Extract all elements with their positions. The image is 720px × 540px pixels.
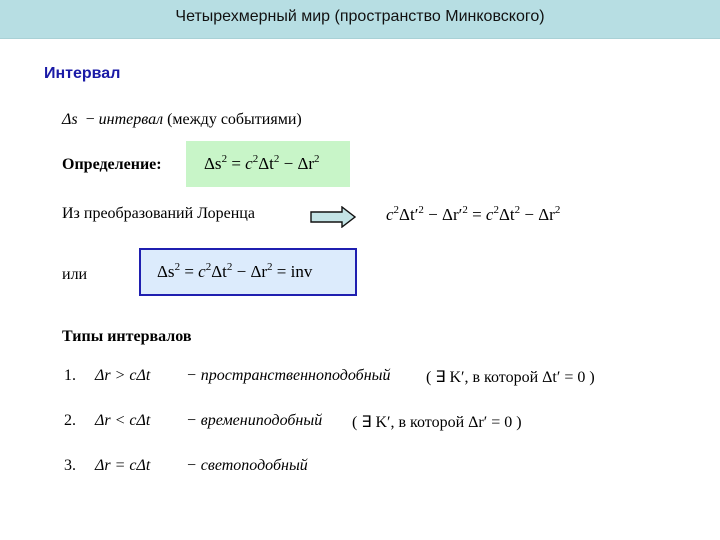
definition-label: Определение: [62,156,162,173]
intro-note: (между событиями) [167,111,302,128]
type-condition: Δr = cΔt [95,457,151,474]
interval-symbol: Δs [62,111,78,128]
section-title: Интервал [44,65,121,82]
type-note: ( ∃ K′, в которой Δr′ = 0 ) [352,414,522,431]
slide-title: Четырехмерный мир (пространство Минковск… [175,8,545,25]
definition-formula-box: Δs2 = c2Δt2 − Δr2 [186,141,350,187]
invariant-formula: Δs2 = c2Δt2 − Δr2 = inv [157,261,313,282]
definition-formula: Δs2 = c2Δt2 − Δr2 [204,153,320,174]
right-arrow-icon [310,206,356,228]
type-condition: Δr > cΔt [95,367,151,384]
lorentz-formula: c2Δt′2 − Δr′2 = c2Δt2 − Δr2 [386,204,561,225]
type-number: 2. [64,412,76,429]
or-label: или [62,266,88,283]
interval-intro: Δs − интервал (между событиями) [62,111,302,129]
type-condition: Δr < cΔt [95,412,151,429]
type-name: − светоподобный [186,457,308,474]
type-number: 3. [64,457,76,474]
slide-header: Четырехмерный мир (пространство Минковск… [0,0,720,39]
type-name: − пространственноподобный [186,367,391,384]
types-title: Типы интервалов [62,328,192,345]
type-note: ( ∃ K′, в которой Δt′ = 0 ) [426,369,595,386]
lorentz-label: Из преобразований Лоренца [62,205,255,222]
type-number: 1. [64,367,76,384]
intro-dash: − [85,111,95,128]
intro-term: интервал [98,111,164,128]
invariant-formula-box: Δs2 = c2Δt2 − Δr2 = inv [139,248,357,296]
type-name: − времениподобный [186,412,323,429]
